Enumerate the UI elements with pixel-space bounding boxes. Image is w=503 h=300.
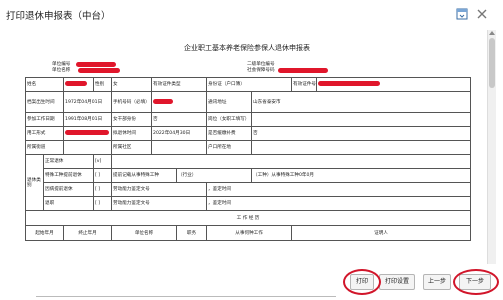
employment-value: [63, 126, 113, 141]
redacted-unit-name: [78, 68, 120, 73]
unit-name-label: 单位名称: [52, 68, 71, 73]
normal-retire-check: [v]: [93, 154, 113, 169]
hukou-label: 户口所在地: [206, 140, 253, 155]
special-type-check: [ ]: [93, 168, 113, 183]
street-value: [63, 140, 113, 155]
next-step-button[interactable]: 下一步: [459, 274, 491, 290]
report-sheet: 企业职工基本养老保险参保人退休申报表 单位编号 单位名称 二级单位编号 社会保障…: [10, 28, 484, 264]
resign-label: 退职: [42, 196, 95, 211]
gender-label: 性别: [93, 77, 113, 92]
birth-value: 1972年04月01日: [63, 91, 113, 113]
retire-category-label: 退休类别: [25, 154, 44, 211]
illness-retire-check: [ ]: [93, 182, 113, 197]
window-title: 打印退休申报表（中台）: [6, 11, 111, 22]
social-security-label: 社会保障号码: [247, 68, 275, 73]
phone-label: 手机号码（必填）: [111, 91, 153, 113]
id-type-value: 身份证（户口簿）: [206, 77, 293, 92]
previous-step-button[interactable]: 上一步: [423, 274, 451, 290]
birth-label: 档案出生时间: [24, 91, 65, 113]
sub-unit-number-label: 二级单位编号: [247, 62, 275, 67]
special-type-duration: （工种）从事特殊工种0年0月: [251, 168, 472, 183]
print-button[interactable]: 打印: [350, 274, 374, 290]
redacted-ssn: [278, 68, 328, 73]
work-start-value: 1991年08月01日: [63, 112, 113, 127]
phone-value: [151, 91, 208, 113]
redacted-employment: [65, 130, 110, 135]
scroll-up-icon[interactable]: [489, 31, 495, 35]
illness-retire-time: ，鉴定时间: [206, 182, 472, 197]
community-value: [151, 140, 208, 155]
delay-value: 否: [251, 126, 472, 141]
col-unit: 单位名称: [111, 225, 178, 241]
work-start-label: 参加工作日期: [24, 112, 65, 127]
retire-time-label: 拟退休时间: [111, 126, 153, 141]
gender-value: 女: [111, 77, 153, 92]
address-label: 通讯地址: [206, 91, 253, 113]
illness-retire-text: 劳动能力鉴定文号: [111, 182, 208, 197]
dialog-footer: 打印 打印设置 上一步 下一步: [0, 264, 503, 300]
print-preview-area: 企业职工基本养老保险参保人退休申报表 单位编号 单位名称 二级单位编号 社会保障…: [0, 28, 503, 264]
scroll-thumb[interactable]: [489, 38, 495, 88]
special-type-industry: （行业）: [176, 168, 253, 183]
name-label: 姓名: [24, 77, 65, 92]
special-type-label: 特殊工种提前退休: [42, 168, 95, 183]
female-cadre-value: 否: [151, 112, 208, 127]
document-title: 企业职工基本养老保险参保人退休申报表: [184, 44, 310, 52]
col-job: 从事何种工作: [206, 225, 293, 241]
resign-check: [ ]: [93, 196, 113, 211]
print-settings-button[interactable]: 打印设置: [379, 274, 415, 290]
id-number-value: [316, 77, 472, 92]
post-label: 岗位（女职工填写）: [206, 112, 253, 127]
redacted-id-number: [318, 81, 381, 86]
col-witness: 证明人: [291, 225, 472, 241]
col-position: 职务: [176, 225, 208, 241]
resign-time: ，鉴定时间: [206, 196, 472, 211]
work-history-heading: 工 作 经 历: [24, 210, 472, 226]
hukou-value: [251, 140, 472, 155]
address-value: 山东省泰安市: [251, 91, 472, 113]
normal-retire-detail: [111, 154, 472, 169]
post-value: [251, 112, 472, 127]
employment-label: 用工形式: [24, 126, 65, 141]
normal-retire-label: 正常退休: [42, 154, 95, 169]
col-start: 起始年月: [24, 225, 65, 241]
retirement-form-table: 姓名 性别 女 有效证件类型 身份证（户口簿） 有效证件号码 档案出生时间 19…: [24, 77, 472, 241]
street-label: 所属街道: [24, 140, 65, 155]
redacted-unit-number: [76, 62, 116, 67]
female-cadre-label: 女干部身份: [111, 112, 153, 127]
close-icon[interactable]: [475, 6, 489, 20]
delay-label: 是否缓缴补费: [206, 126, 253, 141]
unit-number-label: 单位编号: [52, 62, 71, 67]
redacted-phone: [153, 98, 174, 104]
resign-text: 劳动能力鉴定文号: [111, 196, 208, 211]
special-type-text: 提前记载从事特殊工种: [111, 168, 178, 183]
retire-time-value: 2022年04月30日: [151, 126, 208, 141]
id-number-label: 有效证件号码: [291, 77, 318, 92]
illness-retire-label: 因病提前退休: [42, 182, 95, 197]
vertical-scrollbar[interactable]: [487, 30, 496, 264]
col-end: 终止年月: [63, 225, 113, 241]
maximize-icon[interactable]: [455, 6, 469, 20]
community-label: 所属社区: [111, 140, 153, 155]
redacted-name: [65, 81, 88, 86]
id-type-label: 有效证件类型: [151, 77, 208, 92]
divider-line: [36, 296, 336, 297]
title-bar: 打印退休申报表（中台）: [0, 0, 503, 29]
name-value: [63, 77, 95, 92]
